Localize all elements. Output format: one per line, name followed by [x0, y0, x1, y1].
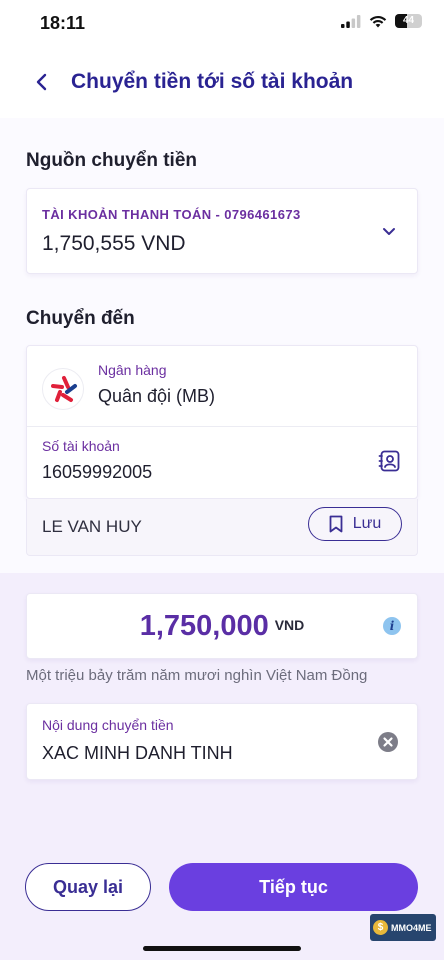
mb-bank-star-icon: [51, 376, 77, 402]
cellular-signal-icon: [341, 14, 361, 28]
dollar-coin-icon: $: [373, 920, 388, 935]
amount-display: 1,750,000 VND: [27, 610, 417, 643]
save-beneficiary-button[interactable]: Lưu: [308, 507, 402, 541]
destination-card: Ngân hàng Quân đội (MB) Số tài khoản 160…: [26, 345, 418, 499]
beneficiary-name-row: LE VAN HUY Lưu: [26, 499, 418, 556]
contacts-book-icon[interactable]: [378, 449, 402, 473]
memo-value: XAC MINH DANH TINH: [42, 743, 233, 763]
status-icons: 44: [341, 14, 422, 28]
info-icon[interactable]: i: [383, 617, 401, 635]
amount-value: 1,750,000: [139, 610, 269, 642]
back-button[interactable]: Quay lại: [25, 863, 151, 911]
continue-button[interactable]: Tiếp tục: [169, 863, 418, 911]
divider: [27, 426, 417, 427]
source-account-selector[interactable]: TÀI KHOẢN THANH TOÁN - 0796461673 1,750,…: [26, 188, 418, 274]
page-title: Chuyển tiền tới số tài khoản: [71, 70, 354, 93]
amount-unit: VND: [274, 617, 305, 633]
watermark-text: MMO4ME: [391, 922, 432, 933]
save-beneficiary-label: Lưu: [352, 515, 382, 532]
chevron-down-icon: [383, 228, 395, 235]
transfer-form: Nguồn chuyển tiền TÀI KHOẢN THANH TOÁN -…: [0, 118, 444, 960]
battery-level: 44: [402, 15, 415, 26]
memo-field[interactable]: Nội dung chuyển tiền XAC MINH DANH TINH: [26, 703, 418, 780]
status-bar: 18:11 44: [0, 0, 444, 48]
wifi-icon: [369, 15, 387, 27]
beneficiary-name: LE VAN HUY: [42, 517, 142, 536]
amount-in-words: Một triệu bảy trăm năm mươi nghìn Việt N…: [26, 667, 368, 684]
watermark-logo: $ MMO4ME: [370, 914, 436, 941]
account-number-field[interactable]: 16059992005: [42, 462, 152, 483]
status-time: 18:11: [40, 13, 86, 33]
header: Chuyển tiền tới số tài khoản: [0, 48, 444, 118]
battery-icon: 44: [395, 14, 422, 28]
memo-label: Nội dung chuyển tiền: [42, 717, 174, 733]
account-number-label: Số tài khoản: [42, 438, 120, 454]
amount-input[interactable]: 1,750,000 VND i: [26, 593, 418, 659]
bank-select[interactable]: Quân đội (MB): [98, 386, 215, 407]
bank-label: Ngân hàng: [98, 362, 167, 378]
source-account-label: TÀI KHOẢN THANH TOÁN - 0796461673: [42, 207, 301, 222]
destination-section-title: Chuyển đến: [26, 308, 135, 329]
bookmark-icon: [329, 515, 343, 533]
clear-icon[interactable]: [378, 732, 398, 752]
source-account-balance: 1,750,555 VND: [42, 232, 186, 255]
back-arrow-icon[interactable]: [30, 70, 54, 94]
bank-logo: [42, 368, 84, 410]
home-indicator: [143, 946, 301, 951]
source-section-title: Nguồn chuyển tiền: [26, 150, 197, 171]
